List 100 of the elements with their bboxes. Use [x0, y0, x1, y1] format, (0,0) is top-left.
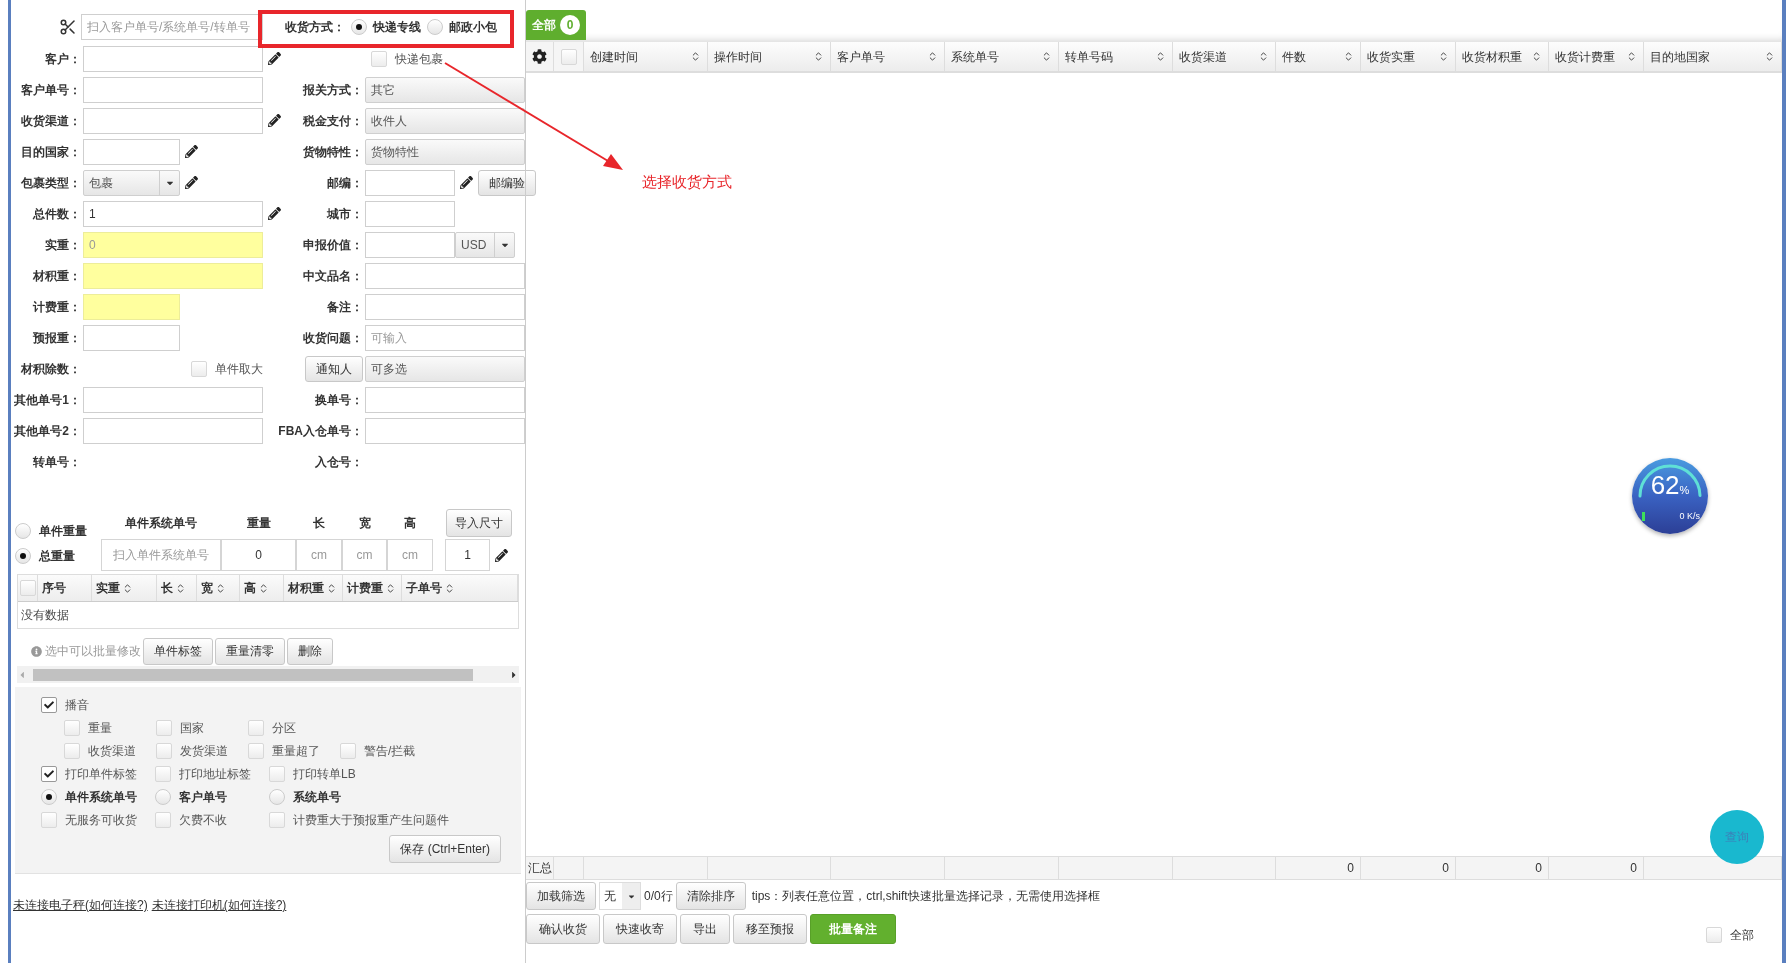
- column-header[interactable]: 操作时间: [708, 42, 831, 71]
- pencil-icon[interactable]: [494, 548, 508, 562]
- radio-button[interactable]: [351, 18, 367, 35]
- select-field[interactable]: 其它: [365, 76, 525, 103]
- select-field[interactable]: 收件人: [365, 107, 525, 134]
- pencil-icon[interactable]: [268, 52, 281, 65]
- text-field[interactable]: [83, 107, 263, 134]
- column-header[interactable]: 件数: [1276, 42, 1361, 71]
- load-filter-button[interactable]: 加载筛选: [526, 882, 596, 910]
- zip-verify-button[interactable]: 邮编验: [478, 169, 536, 196]
- table-action-button[interactable]: 删除: [287, 637, 333, 665]
- piece-input[interactable]: cm: [387, 539, 433, 571]
- help-link[interactable]: 未连接打印机(如何连接?): [151, 896, 287, 914]
- piece-input[interactable]: cm: [342, 539, 387, 571]
- select-field[interactable]: 可多选: [365, 355, 525, 382]
- text-field[interactable]: [365, 293, 525, 320]
- column-header[interactable]: 高: [240, 575, 284, 601]
- column-header[interactable]: 序号: [38, 575, 92, 601]
- help-link[interactable]: 未连接电子秤(如何连接?): [13, 896, 148, 914]
- text-field[interactable]: [83, 76, 263, 103]
- column-header[interactable]: 客户单号: [831, 42, 945, 71]
- text-field[interactable]: [83, 138, 180, 165]
- field-label: 申报价值：: [303, 236, 363, 254]
- column-header[interactable]: 系统单号: [945, 42, 1059, 71]
- column-header[interactable]: 创建时间: [584, 42, 708, 71]
- column-header[interactable]: 收货计费重: [1549, 42, 1644, 71]
- column-header[interactable]: 收货材积重: [1456, 42, 1549, 71]
- field-label: 其他单号2：: [14, 422, 81, 440]
- column-header[interactable]: 收货实重: [1361, 42, 1456, 71]
- pencil-icon[interactable]: [185, 145, 198, 158]
- text-field[interactable]: [365, 262, 525, 289]
- gauge-speed: 0 K/s: [1679, 510, 1700, 523]
- column-header[interactable]: 目的地国家: [1644, 42, 1782, 71]
- column-header[interactable]: 长: [157, 575, 197, 601]
- settings-icon[interactable]: [532, 49, 547, 64]
- save-button[interactable]: 保存 (Ctrl+Enter): [389, 835, 501, 863]
- horizontal-scrollbar[interactable]: [17, 666, 519, 683]
- dropdown[interactable]: 包裹: [83, 169, 180, 196]
- pencil-icon[interactable]: [268, 207, 281, 220]
- text-field[interactable]: 可输入: [365, 324, 525, 351]
- column-header[interactable]: 收货渠道: [1173, 42, 1276, 71]
- field-label: 计费重：: [33, 298, 81, 316]
- checkbox[interactable]: [41, 697, 57, 713]
- text-field[interactable]: 0: [83, 231, 263, 258]
- gauge-value: 62: [1650, 472, 1680, 498]
- table-action-button[interactable]: 单件标签: [143, 637, 213, 665]
- column-header[interactable]: 宽: [197, 575, 240, 601]
- text-field[interactable]: [83, 45, 263, 72]
- piece-input[interactable]: 0: [221, 539, 296, 571]
- radio-button[interactable]: [427, 18, 443, 35]
- table-action-button[interactable]: 重量清零: [215, 637, 285, 665]
- notify-button[interactable]: 通知人: [305, 355, 363, 382]
- clear-sort-button[interactable]: 清除排序: [675, 882, 746, 910]
- action-button[interactable]: 快速收寄: [603, 914, 677, 944]
- column-header[interactable]: 实重: [92, 575, 157, 601]
- count-input[interactable]: 1: [445, 539, 490, 571]
- text-field[interactable]: [365, 386, 525, 413]
- radio-button[interactable]: [269, 789, 285, 805]
- pencil-icon[interactable]: [268, 114, 281, 127]
- radio-button[interactable]: [155, 789, 171, 805]
- text-field[interactable]: [365, 200, 455, 227]
- radio-button[interactable]: [15, 548, 31, 564]
- text-field[interactable]: [83, 386, 263, 413]
- piece-input[interactable]: cm: [296, 539, 342, 571]
- filter-select[interactable]: 无: [599, 882, 641, 910]
- radio-button[interactable]: [15, 523, 31, 539]
- text-field[interactable]: 1: [83, 200, 263, 227]
- piece-input[interactable]: 扫入单件系统单号: [101, 539, 221, 571]
- select-field[interactable]: 货物特性: [365, 138, 525, 165]
- text-field[interactable]: [365, 417, 525, 444]
- action-button[interactable]: 确认收货: [526, 914, 600, 944]
- option-label: 重量: [88, 720, 112, 737]
- import-size-button[interactable]: 导入尺寸: [446, 509, 512, 537]
- field-label: 客户：: [45, 50, 81, 68]
- column-header[interactable]: 计费重: [343, 575, 402, 601]
- text-field[interactable]: [83, 324, 180, 351]
- column-header[interactable]: 子单号: [402, 575, 518, 601]
- text-field[interactable]: [365, 231, 455, 258]
- action-button[interactable]: 导出: [680, 914, 730, 944]
- field-label: 税金支付：: [303, 112, 363, 130]
- checkbox[interactable]: [41, 766, 57, 782]
- column-header[interactable]: 转单号码: [1059, 42, 1173, 71]
- text-field[interactable]: [83, 262, 263, 289]
- column-header[interactable]: 材积重: [284, 575, 343, 601]
- text-field[interactable]: [83, 293, 180, 320]
- check-icon: [44, 700, 54, 710]
- currency-select[interactable]: USD: [455, 231, 515, 258]
- text-field[interactable]: [83, 417, 263, 444]
- pencil-icon[interactable]: [185, 176, 198, 189]
- pencil-icon[interactable]: [460, 176, 473, 189]
- scan-field[interactable]: 扫入客户单号/系统单号/转单号: [81, 13, 263, 40]
- action-button[interactable]: 移至预报: [733, 914, 807, 944]
- scissors-icon[interactable]: [59, 17, 77, 36]
- text-field[interactable]: [365, 169, 455, 196]
- field-label: 材积除数：: [21, 360, 81, 378]
- option-label: 计费重大于预报重产生问题件: [293, 812, 449, 829]
- radio-button[interactable]: [41, 789, 57, 805]
- field-label: 中文品名：: [303, 267, 363, 285]
- empty-message: 没有数据: [21, 607, 69, 624]
- option-label: 客户单号: [179, 789, 227, 806]
